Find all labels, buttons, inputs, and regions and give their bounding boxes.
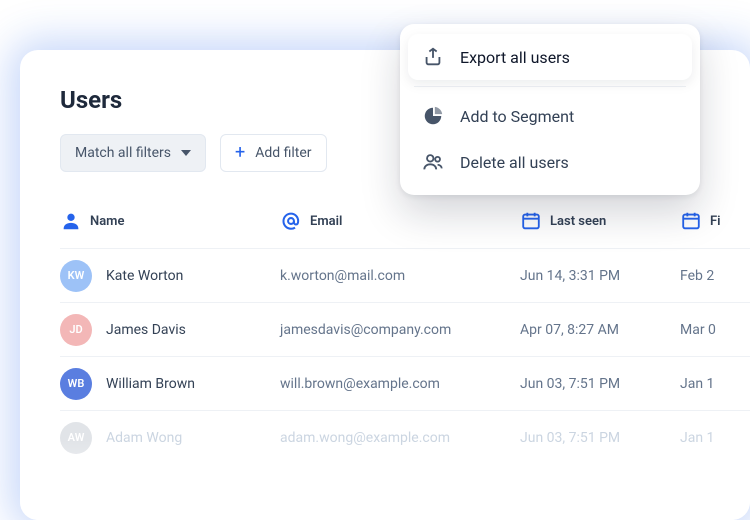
avatar: JD	[60, 314, 92, 346]
calendar-icon	[520, 210, 542, 232]
cell-last-seen: Jun 14, 3:31 PM	[520, 268, 680, 284]
column-name[interactable]: Name	[60, 210, 280, 232]
chevron-down-icon	[181, 150, 191, 156]
cell-name: James Davis	[106, 322, 186, 338]
column-email[interactable]: Email	[280, 210, 520, 232]
menu-add-segment[interactable]: Add to Segment	[400, 93, 700, 139]
cell-first-seen: Jan 1	[680, 376, 750, 392]
avatar: WB	[60, 368, 92, 400]
segment-icon	[422, 105, 444, 127]
menu-export-users[interactable]: Export all users	[400, 34, 700, 80]
export-icon	[422, 46, 444, 68]
cell-last-seen: Jun 03, 7:51 PM	[520, 376, 680, 392]
cell-email: k.worton@mail.com	[280, 268, 520, 284]
cell-email: adam.wong@example.com	[280, 430, 520, 446]
cell-name: William Brown	[106, 376, 195, 392]
users-table: Name Email Last seen Fi KWKate	[60, 206, 750, 464]
table-row[interactable]: AW Adam Wong adam.wong@example.comJun 03, …	[60, 410, 750, 464]
match-filters-label: Match all filters	[75, 145, 171, 161]
avatar: KW	[60, 260, 92, 292]
add-filter-label: Add filter	[255, 145, 311, 161]
menu-delete-users[interactable]: Delete all users	[400, 139, 700, 185]
menu-separator	[414, 86, 686, 87]
cell-last-seen: Apr 07, 8:27 AM	[520, 322, 680, 338]
cell-email: jamesdavis@company.com	[280, 322, 520, 338]
cell-email: will.brown@example.com	[280, 376, 520, 392]
avatar: AW	[60, 422, 92, 454]
table-header: Name Email Last seen Fi	[60, 206, 750, 236]
users-icon	[422, 151, 444, 173]
cell-first-seen: Jan 1	[680, 430, 750, 446]
cell-name: Kate Worton	[106, 268, 183, 284]
table-row[interactable]: WB William Brown will.brown@example.comJun…	[60, 356, 750, 410]
table-row[interactable]: KW Kate Worton k.worton@mail.comJun 14, 3:…	[60, 248, 750, 302]
table-row[interactable]: JD James Davis jamesdavis@company.comApr 0…	[60, 302, 750, 356]
column-last-seen[interactable]: Last seen	[520, 210, 680, 232]
plus-icon: +	[235, 144, 245, 162]
bulk-actions-menu: Export all users Add to Segment Delete a…	[400, 24, 700, 195]
column-first-seen[interactable]: Fi	[680, 210, 750, 232]
person-icon	[60, 210, 82, 232]
cell-first-seen: Mar 0	[680, 322, 750, 338]
add-filter-button[interactable]: + Add filter	[220, 134, 327, 172]
calendar-icon	[680, 210, 702, 232]
match-filters-dropdown[interactable]: Match all filters	[60, 134, 206, 172]
cell-last-seen: Jun 03, 7:51 PM	[520, 430, 680, 446]
at-icon	[280, 210, 302, 232]
cell-name: Adam Wong	[106, 430, 182, 446]
cell-first-seen: Feb 2	[680, 268, 750, 284]
